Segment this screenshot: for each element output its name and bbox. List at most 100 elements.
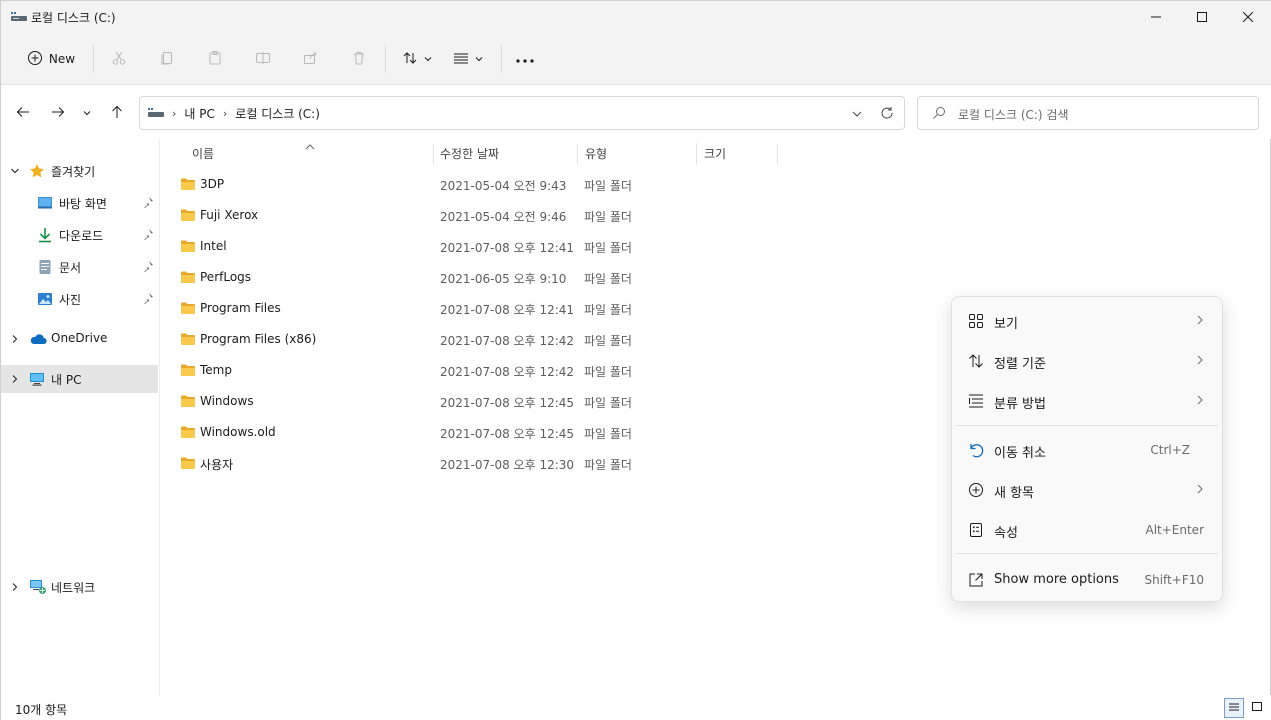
chevron-right-icon[interactable] (9, 333, 21, 345)
close-button[interactable] (1225, 1, 1271, 33)
column-header-size[interactable]: 크기 (704, 139, 776, 167)
divider (93, 45, 94, 73)
back-button[interactable] (11, 99, 35, 127)
column-header-label: 유형 (585, 146, 608, 161)
refresh-icon (881, 107, 893, 119)
cut-button[interactable] (107, 45, 131, 73)
rename-button[interactable] (251, 45, 275, 73)
menu-item-undo-move[interactable]: 이동 취소 Ctrl+Z (956, 432, 1218, 468)
copy-button[interactable] (155, 45, 179, 73)
refresh-button[interactable] (880, 106, 894, 123)
new-button[interactable]: New (15, 45, 87, 73)
chevron-down-icon[interactable] (9, 165, 21, 177)
sidebar-item-onedrive[interactable]: OneDrive (1, 325, 158, 353)
delete-button[interactable] (347, 45, 371, 73)
column-divider[interactable] (777, 143, 778, 165)
menu-item-group-by[interactable]: 분류 방법 (956, 383, 1218, 419)
maximize-button[interactable] (1179, 1, 1225, 33)
divider (385, 45, 386, 73)
column-header-date[interactable]: 수정한 날짜 (440, 139, 576, 167)
folder-icon (180, 394, 196, 411)
table-row[interactable]: Program Files (x86) 2021-07-08 오후 12:42 파일… (175, 324, 795, 355)
file-type: 파일 폴더 (584, 427, 632, 441)
view-button[interactable] (447, 45, 489, 73)
chevron-down-icon (424, 52, 432, 66)
file-name: Windows.old (200, 425, 276, 439)
menu-item-new[interactable]: 새 항목 (956, 472, 1218, 508)
menu-item-view[interactable]: 보기 (956, 303, 1218, 339)
arrow-up-icon (110, 105, 124, 122)
folder-icon (180, 177, 196, 194)
sidebar-item-label: 사진 (59, 293, 82, 307)
file-date-modified: 2021-07-08 오후 12:30 (440, 458, 575, 472)
column-divider[interactable] (577, 143, 578, 165)
sidebar-item-network[interactable]: 네트워크 (1, 573, 158, 601)
view-icon (453, 50, 469, 69)
column-header-name[interactable]: 이름 (192, 139, 432, 167)
chevron-right-icon[interactable] (9, 581, 21, 593)
sidebar-item-this-pc[interactable]: 내 PC (1, 365, 158, 393)
table-row[interactable]: 사용자 2021-07-08 오후 12:30 파일 폴더 (175, 448, 795, 479)
cloud-icon (29, 331, 47, 347)
menu-item-sort-by[interactable]: 정렬 기준 (956, 343, 1218, 379)
details-view-button[interactable] (1224, 698, 1244, 718)
recent-locations-button[interactable] (77, 99, 97, 127)
paste-button[interactable] (203, 45, 227, 73)
minimize-button[interactable] (1133, 1, 1179, 33)
menu-item-show-more-options[interactable]: Show more options Shift+F10 (956, 562, 1218, 598)
sort-button[interactable] (397, 45, 437, 73)
chevron-right-icon (1196, 354, 1204, 368)
sidebar-item-label: 다운로드 (59, 229, 104, 243)
search-icon (932, 106, 946, 123)
pin-icon (142, 228, 154, 243)
sidebar-item-documents[interactable]: 문서 (1, 253, 158, 281)
file-date-modified: 2021-07-08 오후 12:41 (440, 303, 575, 317)
table-row[interactable]: Intel 2021-07-08 오후 12:41 파일 폴더 (175, 231, 795, 262)
sidebar-item-desktop[interactable]: 바탕 화면 (1, 189, 158, 217)
folder-icon (180, 270, 196, 287)
file-type: 파일 폴더 (584, 334, 632, 348)
menu-item-properties[interactable]: 속성 Alt+Enter (956, 512, 1218, 548)
folder-icon (180, 208, 196, 225)
address-history-button[interactable] (852, 108, 862, 122)
column-header-label: 크기 (704, 146, 727, 161)
table-row[interactable]: Program Files 2021-07-08 오후 12:41 파일 폴더 (175, 293, 795, 324)
folder-icon (180, 332, 196, 349)
file-name: 사용자 (200, 458, 234, 472)
file-date-modified: 2021-06-05 오후 9:10 (440, 272, 567, 286)
column-header-type[interactable]: 유형 (585, 139, 695, 167)
chevron-right-icon[interactable] (9, 373, 21, 385)
table-row[interactable]: Windows.old 2021-07-08 오후 12:45 파일 폴더 (175, 417, 795, 448)
chevron-right-icon (1196, 394, 1204, 408)
more-button[interactable] (513, 45, 537, 73)
sidebar-item-downloads[interactable]: 다운로드 (1, 221, 158, 249)
sidebar-item-pictures[interactable]: 사진 (1, 285, 158, 313)
pictures-icon (37, 291, 53, 307)
column-divider[interactable] (696, 143, 697, 165)
file-type: 파일 폴더 (584, 210, 632, 224)
search-box[interactable]: 로컬 디스크 (C:) 검색 (917, 96, 1259, 130)
chevron-down-icon (852, 111, 862, 117)
sidebar-item-favorites[interactable]: 즐겨찾기 (1, 157, 158, 185)
menu-item-label: 속성 (994, 526, 1018, 541)
large-icons-view-button[interactable] (1247, 698, 1267, 718)
breadcrumb-this-pc[interactable]: 내 PC (184, 105, 214, 122)
undo-icon (968, 442, 984, 458)
up-button[interactable] (105, 99, 129, 127)
rename-icon (255, 50, 271, 69)
forward-button[interactable] (46, 99, 70, 127)
window-title: 로컬 디스크 (C:) (31, 11, 116, 25)
column-divider[interactable] (433, 143, 434, 165)
chevron-down-icon (475, 52, 483, 66)
show-more-icon (968, 572, 984, 588)
table-row[interactable]: 3DP 2021-05-04 오전 9:43 파일 폴더 (175, 169, 795, 200)
table-row[interactable]: Fuji Xerox 2021-05-04 오전 9:46 파일 폴더 (175, 200, 795, 231)
breadcrumb-local-disk[interactable]: 로컬 디스크 (C:) (235, 105, 320, 122)
address-bar[interactable]: › 내 PC › 로컬 디스크 (C:) (139, 96, 905, 130)
share-button[interactable] (299, 45, 323, 73)
file-type: 파일 폴더 (584, 241, 632, 255)
table-row[interactable]: Temp 2021-07-08 오후 12:42 파일 폴더 (175, 355, 795, 386)
network-icon (29, 579, 46, 595)
table-row[interactable]: PerfLogs 2021-06-05 오후 9:10 파일 폴더 (175, 262, 795, 293)
table-row[interactable]: Windows 2021-07-08 오후 12:45 파일 폴더 (175, 386, 795, 417)
